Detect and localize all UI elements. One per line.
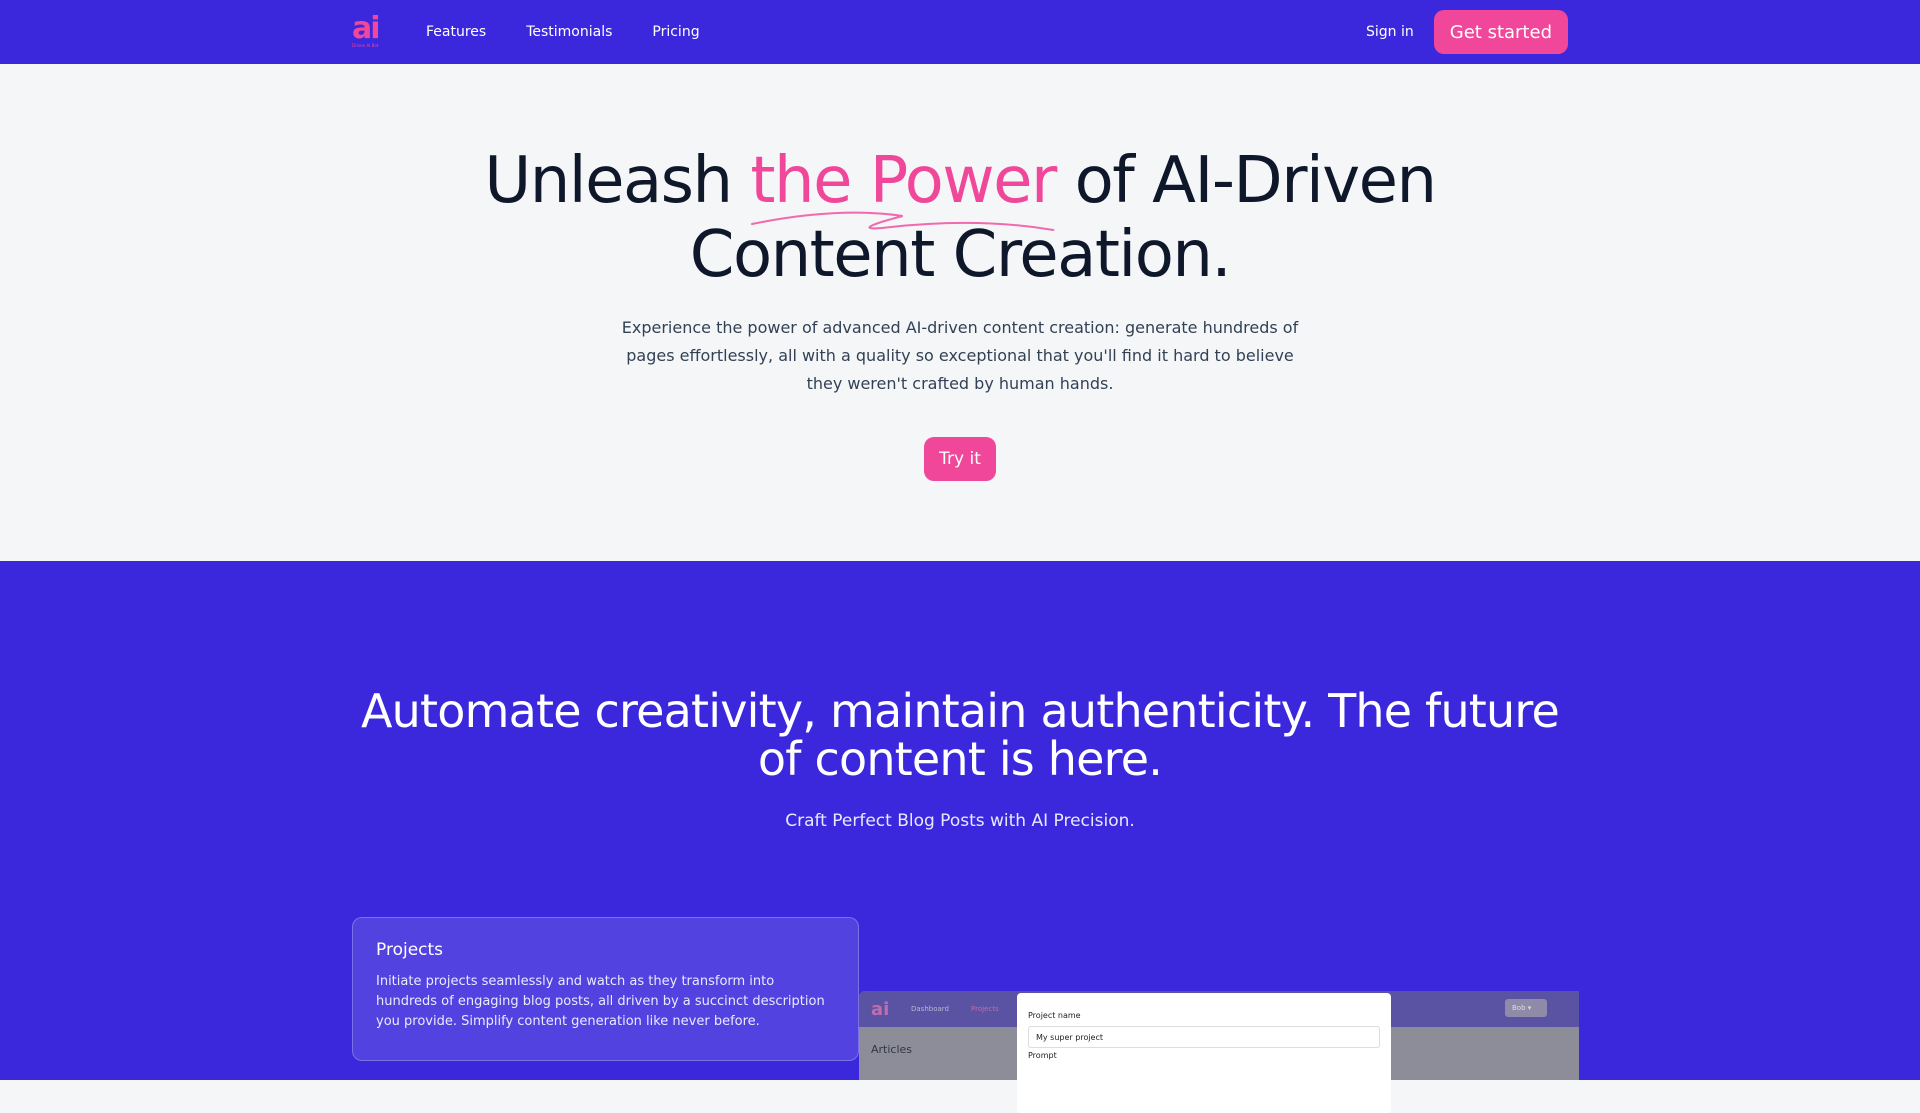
hero-title-start: Unleash [484, 144, 751, 218]
navbar-inner: ai Driven Ai Bot Features Testimonials P… [352, 0, 1568, 64]
hero-section: Unleash the Power of AI-Driven Content C… [0, 64, 1920, 561]
scribble-underline-icon [751, 211, 1055, 231]
preview-user-name: Bob [1512, 1004, 1526, 1012]
logo-tagline: Driven Ai Bot [352, 43, 379, 48]
preview-logo: ai [871, 999, 890, 1020]
hero-description: Experience the power of advanced AI-driv… [621, 318, 1299, 393]
feature-heading: Automate creativity, maintain authentici… [360, 684, 1560, 786]
feature-subheading: Craft Perfect Blog Posts with AI Precisi… [785, 811, 1135, 831]
get-started-button[interactable]: Get started [1433, 10, 1568, 54]
preview-nav-dashboard: Dashboard [911, 1005, 949, 1013]
preview-new-project-modal: Project name My super project Prompt [1017, 993, 1391, 1113]
logo-mark: ai [352, 11, 381, 46]
hero-title-accent: the Power [750, 144, 1057, 231]
nav-link-testimonials[interactable]: Testimonials [526, 24, 612, 40]
preview-nav-projects: Projects [971, 1005, 999, 1013]
preview-project-name-field: My super project [1028, 1026, 1380, 1048]
preview-project-name-label: Project name [1028, 1011, 1081, 1020]
nav-link-pricing[interactable]: Pricing [652, 24, 699, 40]
projects-feature-card[interactable]: Projects Initiate projects seamlessly an… [352, 917, 859, 1061]
preview-prompt-label: Prompt [1028, 1051, 1057, 1060]
preview-articles-label: Articles [871, 1043, 913, 1056]
hero-title: Unleash the Power of AI-Driven Content C… [460, 144, 1460, 292]
card-title: Projects [376, 940, 444, 960]
nav-link-features[interactable]: Features [426, 24, 486, 40]
feature-section: Automate creativity, maintain authentici… [0, 561, 1920, 1080]
card-text: Initiate projects seamlessly and watch a… [376, 974, 825, 1029]
sign-in-link[interactable]: Sign in [1366, 24, 1414, 40]
try-it-button[interactable]: Try it [924, 437, 996, 481]
preview-user-menu: Bob ▾ [1505, 999, 1547, 1017]
top-navbar: ai Driven Ai Bot Features Testimonials P… [0, 0, 1920, 64]
brand-logo[interactable]: ai Driven Ai Bot [352, 12, 384, 52]
